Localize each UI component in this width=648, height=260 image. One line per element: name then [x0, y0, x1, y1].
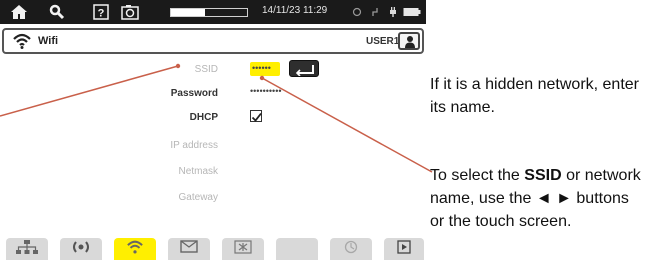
tab-server[interactable]	[222, 238, 264, 260]
tab-ethernet[interactable]	[6, 238, 48, 260]
home-icon[interactable]	[8, 3, 30, 21]
memory-progress-fill	[171, 9, 206, 16]
hidden-network-note: If it is a hidden network, enter its nam…	[430, 76, 639, 116]
bottom-tab-bar	[0, 236, 426, 260]
ssid-input[interactable]: ••••••	[250, 62, 280, 76]
tab-refresh[interactable]	[330, 238, 372, 260]
dhcp-label: DHCP	[189, 112, 218, 123]
user-icon	[404, 35, 416, 53]
wifi-icon	[12, 32, 32, 55]
refresh-icon	[343, 239, 359, 260]
enter-button[interactable]	[289, 60, 319, 77]
signal-icon	[70, 240, 92, 259]
svg-text:?: ?	[98, 8, 105, 20]
ip-address-label: IP address	[170, 140, 218, 151]
enter-key-icon	[294, 63, 316, 81]
wifi-settings-form: SSID Password DHCP IP address Netmask Ga…	[0, 56, 426, 234]
password-label: Password	[170, 88, 218, 99]
network-status-icon	[370, 3, 384, 21]
ethernet-icon	[16, 239, 38, 259]
plug-icon	[386, 3, 400, 21]
dhcp-checkbox[interactable]	[250, 110, 262, 122]
user-button[interactable]	[398, 32, 420, 50]
user-label: USER1	[366, 36, 400, 47]
tab-wifi[interactable]	[114, 238, 156, 260]
camera-icon[interactable]	[120, 3, 140, 21]
help-icon[interactable]: ?	[92, 3, 110, 21]
email-icon	[180, 240, 198, 258]
ssid-note-bold: SSID	[524, 167, 562, 184]
title-bar: Wifi USER1	[2, 28, 424, 54]
device-screen: ? 14/11/23 11:29 Wifi USER1 SSID Passwor…	[0, 0, 426, 260]
tab-bluetooth[interactable]	[60, 238, 102, 260]
record-icon	[350, 3, 364, 21]
tab-play[interactable]	[384, 238, 424, 260]
battery-icon	[402, 3, 422, 21]
checkmark-icon	[251, 110, 262, 128]
netmask-label: Netmask	[178, 166, 218, 177]
wrench-icon[interactable]	[48, 3, 66, 21]
status-bar: ? 14/11/23 11:29	[0, 0, 426, 24]
tab-blank[interactable]	[276, 238, 318, 260]
ssid-note-prefix: To select the	[430, 167, 525, 184]
status-datetime: 14/11/23 11:29	[262, 5, 328, 16]
ssid-label: SSID	[194, 64, 218, 75]
memory-progress-bar	[170, 8, 248, 17]
wifi-tab-icon	[125, 239, 145, 260]
ssid-selection-note: To select the SSID or network name, use …	[430, 164, 646, 233]
play-icon	[397, 239, 411, 259]
page-title: Wifi	[38, 35, 59, 47]
gateway-label: Gateway	[178, 192, 218, 203]
password-input[interactable]: ••••••••••	[250, 86, 282, 96]
server-icon	[234, 239, 252, 259]
tab-email[interactable]	[168, 238, 210, 260]
